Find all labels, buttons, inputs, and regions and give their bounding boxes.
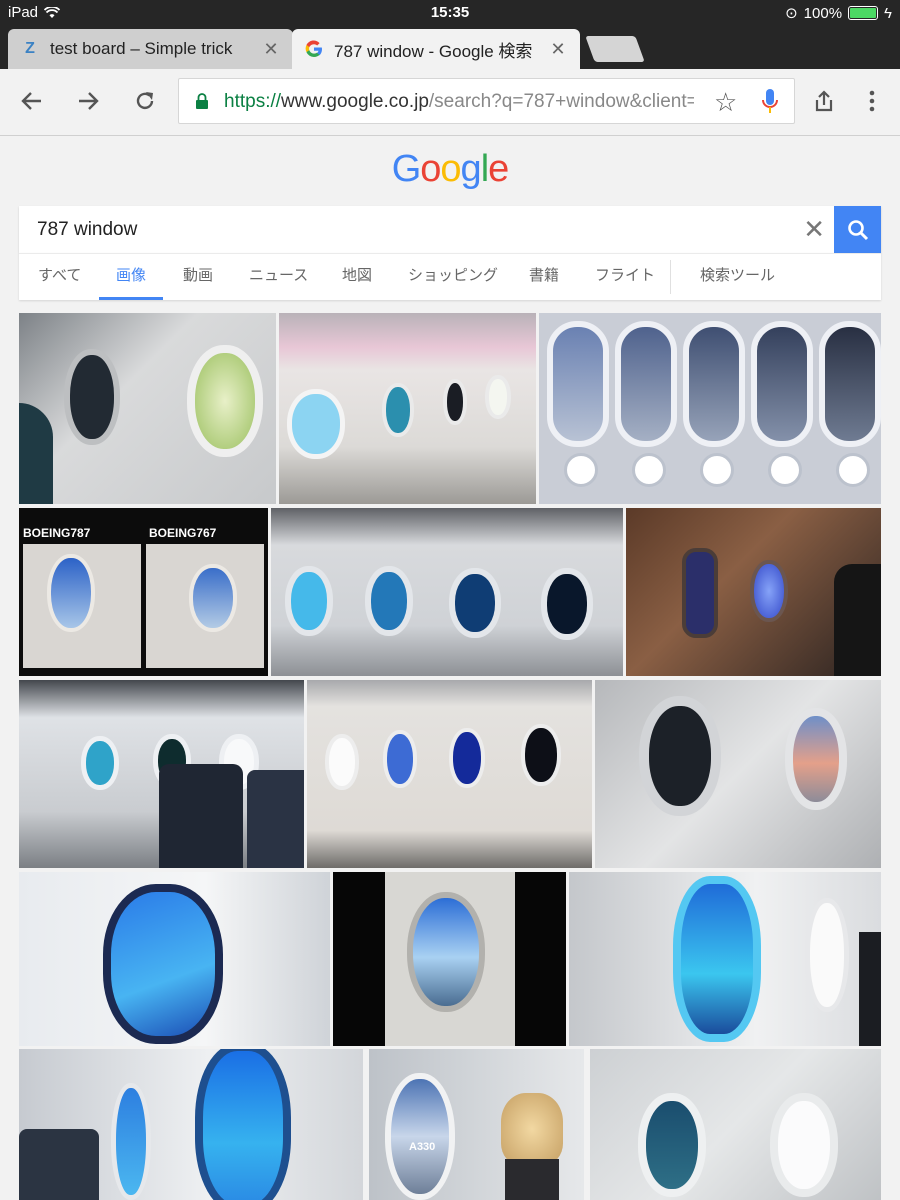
search-button[interactable]: [834, 206, 881, 253]
logo-letter: e: [488, 148, 509, 190]
forward-button[interactable]: [70, 83, 106, 119]
reload-button[interactable]: [127, 83, 163, 119]
image-result[interactable]: [271, 508, 623, 676]
star-icon[interactable]: ☆: [714, 87, 737, 118]
logo-letter: g: [460, 148, 482, 190]
image-result[interactable]: [569, 872, 881, 1046]
tab-all[interactable]: すべて: [38, 254, 81, 300]
mic-icon[interactable]: [759, 87, 781, 117]
search-tabs: すべて 画像 動画 ニュース 地図 ショッピング 書籍 フライト 検索ツール: [19, 253, 881, 300]
zenhub-icon: Z: [25, 40, 35, 57]
google-g-icon: [304, 39, 324, 59]
image-result[interactable]: [19, 1049, 363, 1200]
clock: 15:35: [430, 4, 470, 21]
share-button[interactable]: [806, 83, 842, 119]
browser-toolbar: https://www.google.co.jp/search?q=787+wi…: [0, 69, 900, 136]
image-result[interactable]: [19, 680, 304, 868]
image-result[interactable]: [590, 1049, 881, 1200]
image-result[interactable]: [279, 313, 536, 504]
image-caption: BOEING787: [23, 526, 91, 540]
battery-icon: [848, 6, 879, 20]
more-vert-icon: [869, 90, 875, 112]
logo-letter: l: [480, 148, 490, 190]
image-result[interactable]: [19, 313, 276, 504]
logo-letter: G: [391, 148, 422, 190]
image-result[interactable]: [626, 508, 881, 676]
logo-letter: o: [440, 148, 461, 190]
search-icon: [847, 219, 868, 240]
tab-news[interactable]: ニュース: [249, 254, 308, 300]
status-bar: iPad 15:35 ⊙ 100% ϟ: [0, 0, 900, 26]
logo-letter: o: [420, 148, 441, 190]
image-caption: BOEING767: [149, 526, 217, 540]
tab-title: 787 window - Google 検索: [334, 41, 533, 61]
reload-icon: [136, 92, 154, 110]
tab-shopping[interactable]: ショッピング: [408, 254, 498, 300]
tab-flights[interactable]: フライト: [595, 254, 655, 300]
image-caption: A330: [409, 1141, 436, 1153]
battery-percent: 100%: [803, 4, 843, 22]
tab-images[interactable]: 画像: [99, 254, 163, 300]
close-icon[interactable]: ✕: [548, 39, 568, 60]
back-button[interactable]: [14, 83, 50, 119]
tab-search-tools[interactable]: 検索ツール: [700, 254, 775, 300]
address-bar[interactable]: https://www.google.co.jp/search?q=787+wi…: [178, 78, 795, 124]
google-logo[interactable]: Google: [0, 148, 900, 191]
clear-icon[interactable]: ✕: [803, 214, 825, 245]
url-text[interactable]: https://www.google.co.jp/search?q=787+wi…: [224, 91, 694, 113]
tab-google-search[interactable]: 787 window - Google 検索 ✕: [292, 29, 580, 69]
lock-icon: [196, 93, 208, 109]
rotation-lock-icon: ⊙: [785, 5, 798, 22]
image-result[interactable]: A330: [369, 1049, 584, 1200]
menu-button[interactable]: [854, 83, 890, 119]
image-result[interactable]: [595, 680, 881, 868]
tab-title: test board – Simple trick: [50, 39, 233, 58]
search-box: 787 window ✕: [19, 206, 881, 253]
arrow-right-icon: [79, 92, 99, 110]
tab-divider: [670, 260, 671, 294]
tab-test-board[interactable]: Z test board – Simple trick ✕: [8, 29, 293, 69]
image-result[interactable]: [307, 680, 592, 868]
tab-maps[interactable]: 地図: [342, 254, 372, 300]
share-icon: [815, 90, 833, 112]
tab-videos[interactable]: 動画: [183, 254, 213, 300]
arrow-left-icon: [21, 92, 41, 110]
tab-strip: Z test board – Simple trick ✕ 787 window…: [0, 26, 900, 69]
new-tab-button[interactable]: [585, 36, 645, 62]
tab-books[interactable]: 書籍: [529, 254, 559, 300]
charging-icon: ϟ: [884, 4, 892, 22]
search-input[interactable]: 787 window: [37, 219, 137, 241]
close-icon[interactable]: ✕: [261, 39, 281, 60]
image-result[interactable]: BOEING787 BOEING767: [19, 508, 268, 676]
image-result[interactable]: [19, 872, 330, 1046]
image-result[interactable]: [333, 872, 566, 1046]
image-result[interactable]: [539, 313, 881, 504]
